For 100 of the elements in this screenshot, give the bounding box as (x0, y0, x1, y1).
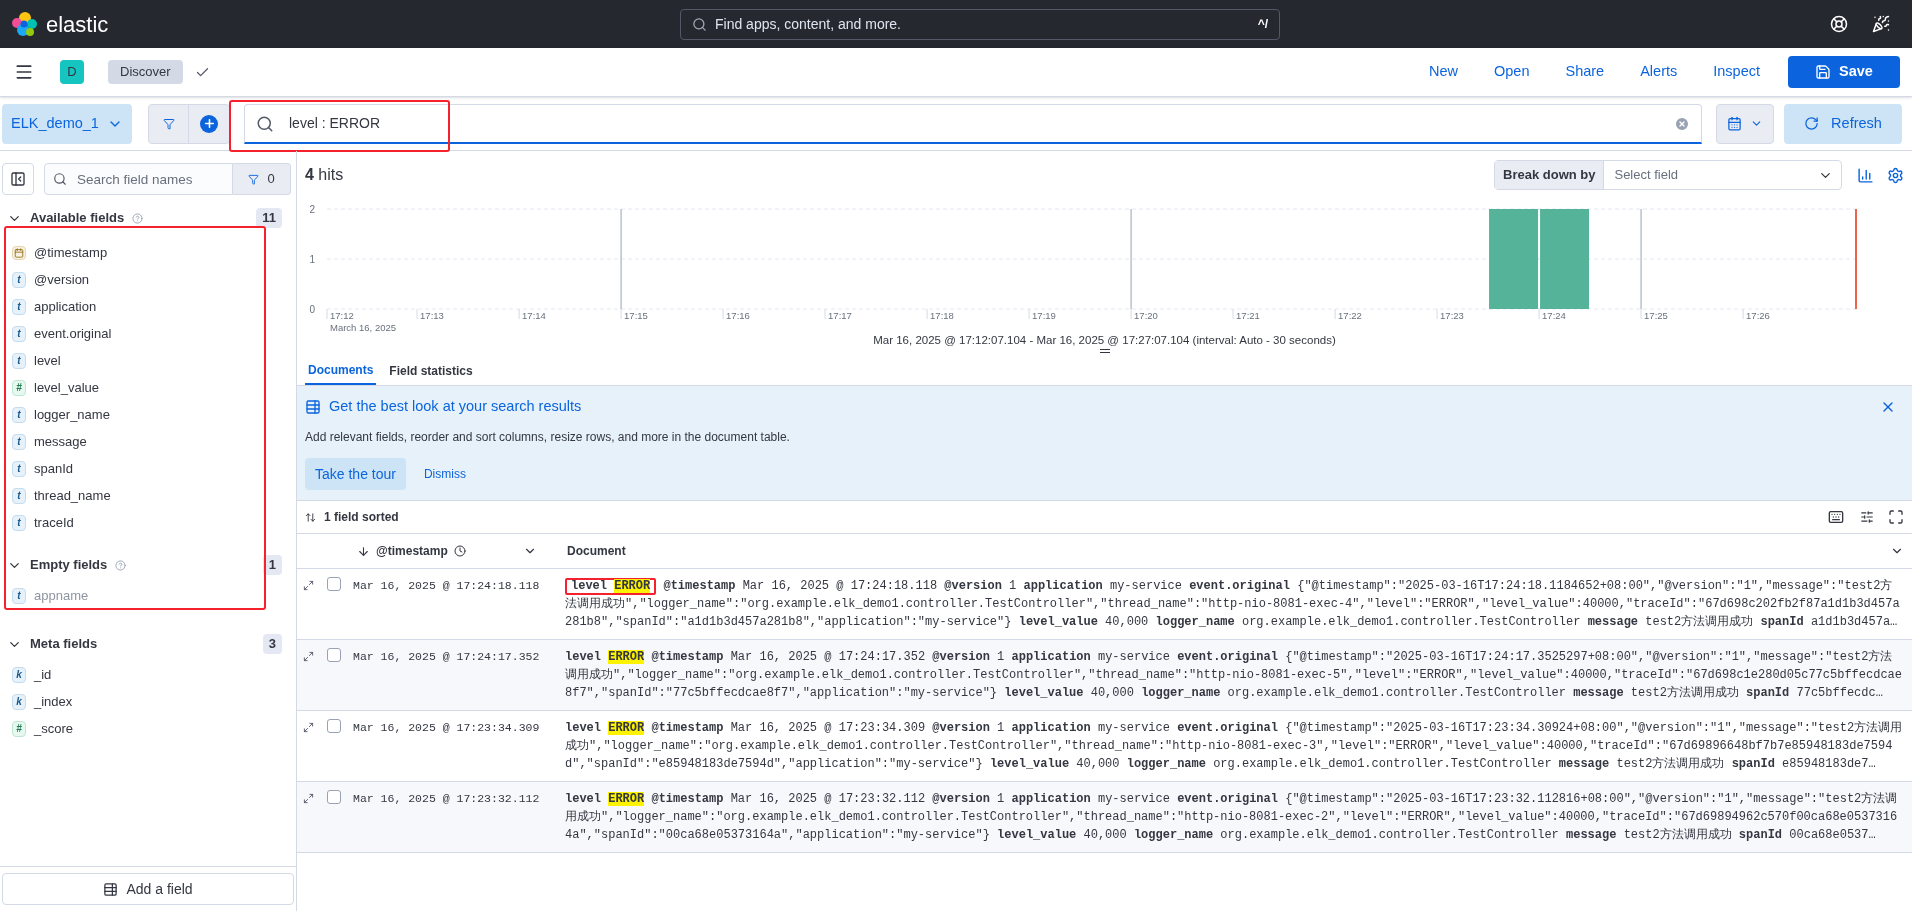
nav-link[interactable]: New (1416, 61, 1470, 83)
field-item[interactable]: t spanId (4, 455, 292, 482)
breakdown-selector[interactable]: Break down by Select field (1494, 160, 1842, 190)
field-type-token: t (12, 514, 26, 531)
x-tick-label: 17:21 (1236, 310, 1260, 321)
callout-text: Add relevant fields, reorder and sort columns, resize rows, and more in the document table. (305, 429, 791, 446)
field-name: logger_name (34, 405, 110, 424)
field-item[interactable]: t @version (4, 266, 292, 293)
data-view-selector[interactable]: ELK_demo_1 (2, 103, 132, 144)
field-search-field[interactable]: Search field names (44, 163, 233, 195)
document-cell-text: level ERROR @timestamp Mar 16, 2025 @ 17:23:34.309 @version 1 application my-service event.original {"@timestamp":"2025-03-16T17:23:34.30924+08:00","@version":"1","message":"test2方法调用成功","logger_name":"org.example.elk_demo1.controller.TestController","thread_name":"http-nio-8081-exec-3","level":"ERROR","level_value":40000,"traceId":"67d69896648bf7b7e85948183de7594d","spanId":"e85948183de7594d","application":"my-service"} level_value 40,000 logger_name org.example.elk_demo1.controller.TestController message test2方法调用成功 spanId e85948183de7… (565, 720, 1904, 773)
expand-icon[interactable] (303, 580, 314, 591)
tab[interactable]: Field statistics (386, 357, 476, 386)
expand-icon[interactable] (303, 793, 314, 804)
expand-icon[interactable] (303, 651, 314, 662)
field-type-token: k (12, 666, 26, 683)
field-item[interactable]: t traceId (4, 509, 292, 536)
date-picker-button[interactable] (1716, 103, 1774, 144)
field-item[interactable]: t event.original (4, 320, 292, 347)
logo-icon (10, 10, 38, 38)
nav-link[interactable]: Alerts (1628, 61, 1690, 83)
y-tick-label: 1 (309, 254, 315, 265)
field-item[interactable]: @timestamp (4, 239, 292, 266)
tour-button[interactable]: Take the tour (305, 458, 406, 490)
field-type-token: t (12, 487, 26, 504)
fullscreen-icon[interactable] (1888, 509, 1904, 525)
breadcrumb[interactable]: Discover (108, 60, 183, 84)
field-type-token: t (12, 587, 26, 604)
field-type-token: t (12, 352, 26, 369)
field-name: appname (34, 586, 89, 605)
field-name: level_value (34, 378, 100, 397)
field-name: @version (34, 270, 90, 289)
field-name: event.original (34, 324, 112, 343)
field-item[interactable]: t thread_name (4, 482, 292, 509)
section-title: Meta fields (30, 635, 98, 654)
shortcut-hint: ^/ (1257, 15, 1268, 33)
x-tick-label: 17:25 (1644, 310, 1668, 321)
field-filter-button[interactable]: 0 (233, 163, 291, 195)
x-tick-label: 17:12 (330, 310, 354, 321)
field-type-token: t (12, 406, 26, 423)
expand-icon[interactable] (303, 722, 314, 733)
section-header[interactable]: Available fields 11 (0, 203, 296, 233)
resize-handle[interactable] (1099, 349, 1110, 354)
collapse-sidebar-button[interactable] (2, 163, 34, 195)
help-icon[interactable] (1830, 15, 1848, 33)
save-icon (1815, 64, 1832, 80)
row-checkbox[interactable] (327, 577, 341, 591)
x-tick-label: 17:18 (930, 310, 954, 321)
keyboard-icon[interactable] (1828, 509, 1844, 525)
x-tick-label: 17:17 (828, 310, 852, 321)
field-item[interactable]: t level (4, 347, 292, 374)
clear-icon[interactable] (1674, 115, 1690, 132)
x-tick-label: 17:20 (1134, 310, 1158, 321)
sorted-fields-button[interactable]: 1 field sorted (324, 508, 399, 526)
settings-icon[interactable] (1887, 166, 1904, 184)
field-item[interactable]: t logger_name (4, 401, 292, 428)
chart-options-icon[interactable] (1857, 166, 1874, 184)
nav-link[interactable]: Inspect (1701, 61, 1772, 83)
news-icon[interactable] (1872, 15, 1890, 33)
dismiss-button[interactable]: Dismiss (413, 458, 476, 490)
field-item[interactable]: t message (4, 428, 292, 455)
field-name: _id (34, 665, 52, 684)
field-name: @timestamp (34, 243, 108, 262)
field-item[interactable]: t application (4, 293, 292, 320)
field-item[interactable]: k _id (4, 661, 292, 688)
nav-link[interactable]: Open (1482, 61, 1542, 83)
row-checkbox[interactable] (327, 648, 341, 662)
field-item[interactable]: t appname (4, 582, 292, 609)
add-field-icon (103, 881, 119, 897)
column-header[interactable]: @timestamp (376, 542, 448, 560)
field-item[interactable]: # _score (4, 715, 292, 742)
column-header[interactable]: Document (567, 542, 626, 560)
field-item[interactable]: # level_value (4, 374, 292, 401)
brand-name[interactable]: elastic (46, 7, 109, 41)
timestamp-cell-text: Mar 16, 2025 @ 17:24:17.352 (353, 649, 541, 665)
query-field[interactable]: level : ERROR (244, 103, 1702, 144)
row-checkbox[interactable] (327, 790, 341, 804)
section-header[interactable]: Meta fields 3 (0, 629, 296, 659)
refresh-button[interactable]: Refresh (1784, 103, 1902, 144)
row-checkbox[interactable] (327, 719, 341, 733)
space-avatar[interactable]: D (60, 60, 84, 84)
field-type-token: # (12, 720, 26, 737)
field-name: traceId (34, 513, 74, 532)
search-icon (692, 16, 707, 32)
menu-icon[interactable] (14, 62, 34, 82)
sort-down-icon[interactable] (357, 544, 370, 558)
document-cell-text: level ERROR @timestamp Mar 16, 2025 @ 17:23:32.112 @version 1 application my-service event.original {"@timestamp":"2025-03-16T17:23:32.112816+08:00","@version":"1","message":"test2方法调用成功","logger_name":"org.example.elk_demo1.controller.TestController","thread_name":"http-nio-8081-exec-2","level":"ERROR","level_value":40000,"traceId":"67d69894962c570f00ca68e05373164a","spanId":"00ca68e05373164a","application":"my-service"} level_value 40,000 logger_name org.example.elk_demo1.controller.TestController message test2方法调用成功 spanId 00ca68e0537… (565, 791, 1899, 844)
nav-link[interactable]: Share (1553, 61, 1617, 83)
x-tick-label: 17:15 (624, 310, 648, 321)
save-button[interactable]: Save (1788, 56, 1900, 88)
field-item[interactable]: k _index (4, 688, 292, 715)
add-field-button[interactable]: Add a field (2, 873, 294, 905)
sliders-icon[interactable] (1860, 510, 1874, 524)
x-tick-label: 17:13 (420, 310, 444, 321)
x-tick-label: 17:14 (522, 310, 546, 321)
section-header[interactable]: Empty fields 1 (0, 550, 296, 580)
field-type-token: k (12, 693, 26, 710)
field-type-token: t (12, 271, 26, 288)
field-type-token: t (12, 298, 26, 315)
hits-count: 4 hits (305, 165, 344, 185)
